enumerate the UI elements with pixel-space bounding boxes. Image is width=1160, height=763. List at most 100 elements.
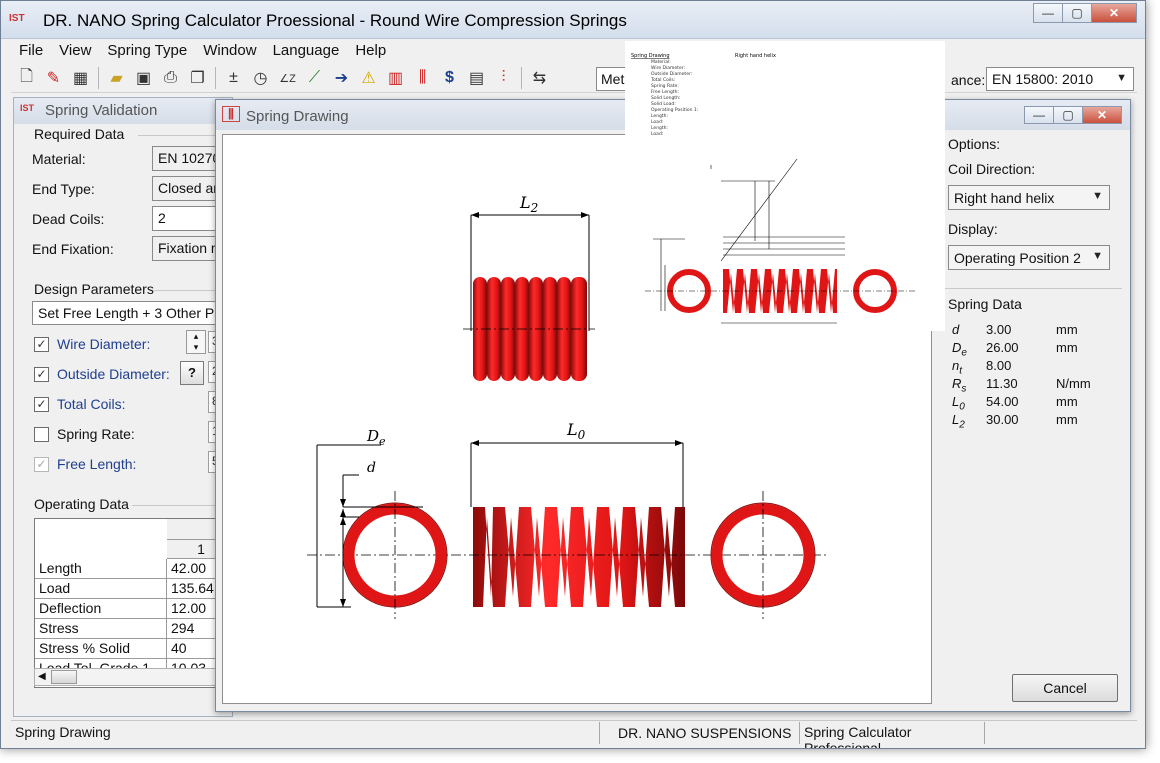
dimension-icon[interactable]: ⫶ [490,65,517,91]
maximize-icon[interactable]: ▢ [1053,106,1083,124]
status-product: Spring Calculator Professional [799,722,985,748]
cost-icon[interactable]: $ [436,65,463,91]
spring-data-symbol: d [952,322,960,337]
tolerance-standard-select[interactable]: EN 15800: 2010 ▼ [986,67,1134,91]
toolbar-separator [215,67,216,89]
spring-data-row: L2 30.00 mm [952,412,1122,431]
print-icon[interactable]: ⎙ [157,65,184,91]
design-mode-select[interactable]: Set Free Length + 3 Other Parameters [32,301,232,325]
options-heading: Options: [948,136,1001,152]
coil-direction-select[interactable]: Right hand helix ▼ [948,185,1110,210]
menu-language[interactable]: Language [265,40,348,62]
toolbar: 🗋 ✎ ▦ ▰ ▣ ⎙ ❐ ± ◷ ∠Z ⟋ ➔ ⚠ ▥ ⫼ $ ▤ ⫶ ⇆ M… [11,63,1137,93]
free-length-checkbox[interactable]: ✓ [34,457,49,472]
thumb-spring [645,269,915,313]
scroll-left-icon[interactable]: ◀ [38,671,46,682]
spring-data-unit: mm [1056,340,1078,355]
maximize-icon[interactable]: ▢ [1062,3,1092,23]
report-icon[interactable]: ▤ [463,65,490,91]
close-icon[interactable]: ✕ [1091,3,1137,23]
units-icon[interactable]: ⇆ [526,65,553,91]
chevron-down-icon: ▼ [1092,250,1103,262]
cancel-button[interactable]: Cancel [1012,674,1118,702]
save-icon[interactable]: ▣ [130,65,157,91]
spring-drawing-title: Spring Drawing [246,108,349,125]
end-type-label: End Type: [32,181,95,197]
wire-diameter-checkbox[interactable]: ✓ [34,337,49,352]
display-label: Display: [948,221,998,237]
row-label: Stress % Solid [35,639,167,659]
svg-text:Material:: Material: [651,59,671,65]
wire-diameter-label: Wire Diameter: [57,336,151,352]
thumbnail-svg: Spring Drawing Right hand helix Material… [631,53,915,324]
spring-data-unit: N/mm [1056,376,1091,391]
material-label: Material: [32,151,86,167]
copy-icon[interactable]: ❐ [184,65,211,91]
display-select[interactable]: Operating Position 2 ▼ [948,245,1110,270]
spring-validation-titlebar[interactable]: IST Spring Validation [14,98,232,124]
scroll-thumb[interactable] [51,670,77,684]
svg-text:Outside Diameter:: Outside Diameter: [651,71,692,77]
arrow-right-icon[interactable]: ➔ [328,65,355,91]
minimize-icon[interactable]: — [1024,106,1054,124]
row-label: Length [35,559,167,579]
spring-data-symbol: nt [952,358,963,377]
menu-help[interactable]: Help [347,40,394,62]
menu-file[interactable]: File [11,40,51,62]
edit-icon[interactable]: ✎ [40,65,67,91]
spring-data-row: L0 54.00 mm [952,394,1122,413]
title-bar[interactable]: IST DR. NANO Spring Calculator Proession… [1,1,1145,39]
d-label: d [367,460,376,476]
thumb-right-hand: Right hand helix [735,53,776,59]
close-icon[interactable]: ✕ [1082,106,1122,124]
wire-diameter-stepper[interactable]: ▴ ▾ [186,330,206,354]
clock-icon[interactable]: ◷ [247,65,274,91]
toolbar-separator [521,67,522,89]
spring-data-value: 11.30 [986,376,1018,391]
operating-data-table: 1 Length 42.00 Load 135.64 Deflection 12… [34,518,234,688]
menu-spring-type[interactable]: Spring Type [99,40,195,62]
new-file-icon[interactable]: 🗋 [13,65,40,91]
spring-data-row: nt 8.00 [952,358,1122,377]
spring-icon[interactable]: ▥ [382,65,409,91]
end-fixation-label: End Fixation: [32,241,114,257]
spring-data-symbol: De [952,340,967,359]
spring-rate-checkbox[interactable] [34,427,49,442]
spring-data-value: 8.00 [986,358,1012,373]
l2-label: L2 [519,193,538,215]
svg-text:Spring Rate:: Spring Rate: [651,83,679,89]
row-label: Load [35,579,167,599]
spring-data-unit: mm [1056,412,1078,427]
spring-data-value: 3.00 [986,322,1012,337]
tolerance-icon[interactable]: ± [220,65,247,91]
help-button[interactable]: ? [180,361,204,385]
display-value: Operating Position 2 [954,250,1081,266]
free-length-label: Free Length: [57,456,137,472]
spring-rate-label: Spring Rate: [57,426,135,442]
spring-data-value: 54.00 [986,394,1019,409]
graph-icon[interactable]: ⟋ [301,65,328,91]
calculator-icon[interactable]: ▦ [67,65,94,91]
table-row: Stress 294 [35,619,233,639]
window-controls: — ▢ ✕ [1024,106,1122,124]
spring-data-value: 30.00 [986,412,1019,427]
table-row: Deflection 12.00 [35,599,233,619]
outside-diameter-checkbox[interactable]: ✓ [34,367,49,382]
menu-window[interactable]: Window [195,40,264,62]
spring-drawing-icon: ⫼ [222,106,240,122]
menu-view[interactable]: View [51,40,99,62]
table-row: Length 42.00 [35,559,233,579]
minimize-icon[interactable]: — [1033,3,1063,23]
chevron-down-icon: ▼ [1092,190,1103,202]
window-controls: — ▢ ✕ [1033,3,1137,23]
total-coils-checkbox[interactable]: ✓ [34,397,49,412]
warning-icon[interactable]: ⚠ [355,65,382,91]
compressed-spring [463,212,595,381]
spring-data-value: 26.00 [986,340,1019,355]
chart-icon[interactable]: ∠Z [274,65,301,91]
svg-text:Load:: Load: [651,119,663,125]
spring-drawing-icon[interactable]: ⫼ [409,65,436,91]
spring-validation-title: Spring Validation [45,102,158,119]
open-folder-icon[interactable]: ▰ [103,65,130,91]
horizontal-scrollbar[interactable]: ◀ [34,668,234,686]
